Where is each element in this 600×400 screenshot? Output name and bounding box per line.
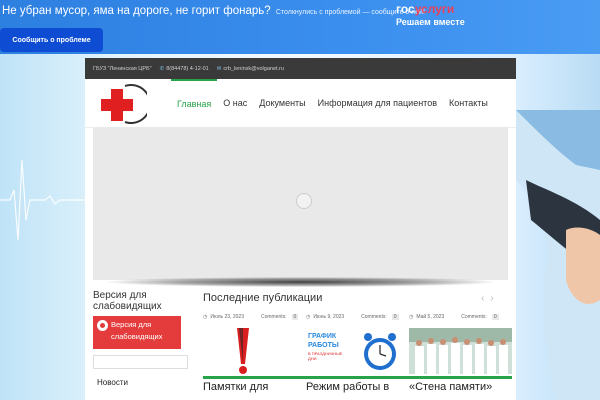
vision-version-button[interactable]: Версия для слабовидящих <box>93 316 181 349</box>
slider-shadow <box>107 277 495 287</box>
phone-number[interactable]: 8(84478) 4-12-01 <box>166 66 209 72</box>
post-card[interactable]: ◷ Июнь 9, 2023 Comments: 0 ГРАФИК РАБОТЫ… <box>306 314 409 393</box>
banner-headline: Не убран мусор, яма на дороге, не горит … <box>2 5 425 17</box>
post-date: Июль 23, 2023 <box>210 314 244 320</box>
sidebar: Версия для слабовидящих Версия для слабо… <box>93 290 188 390</box>
post-meta: ◷ Июль 23, 2023 Comments: 0 <box>203 314 306 320</box>
doctor-hand-decoration <box>516 110 600 400</box>
post-meta: ◷ Май 5, 2023 Comments: 0 <box>409 314 512 320</box>
clock-icon: ◷ <box>306 314 311 320</box>
org-name: ГБУЗ "Ленинская ЦРБ" <box>93 65 152 72</box>
email-address[interactable]: crb_leninsk@volganet.ru <box>223 66 284 72</box>
latest-posts: Последние публикации ‹› ◷ Июль 23, 2023 … <box>203 292 512 393</box>
post-date: Май 5, 2023 <box>416 314 445 320</box>
red-cross-logo[interactable] <box>97 83 147 125</box>
sidebar-link-news[interactable]: Новости <box>93 375 181 390</box>
post-card[interactable]: ◷ Июль 23, 2023 Comments: 0 Памятки для <box>203 314 306 393</box>
eye-icon <box>97 320 108 331</box>
post-title[interactable]: «Стена памяти» <box>409 381 492 393</box>
ecg-line-decoration <box>0 159 85 241</box>
chevron-right-icon[interactable]: › <box>490 293 499 304</box>
post-underline <box>306 376 409 379</box>
search-input[interactable] <box>93 355 188 369</box>
clock-icon: ◷ <box>409 314 414 320</box>
post-title[interactable]: Памятки для <box>203 381 268 393</box>
post-underline <box>203 376 306 379</box>
clock-icon: ◷ <box>203 314 208 320</box>
nav-item-about[interactable]: О нас <box>217 79 253 127</box>
site-header: Главная О нас Документы Информация для п… <box>85 79 516 128</box>
gosuslugi-banner[interactable]: Не убран мусор, яма на дороге, не горит … <box>0 0 600 54</box>
nav-item-patient-info[interactable]: Информация для пациентов <box>312 79 443 127</box>
gosuslugi-logo: госуслуги <box>396 2 455 16</box>
post-title[interactable]: Режим работы в <box>306 381 389 393</box>
schedule-thumbnail: ГРАФИК РАБОТЫ В ПРАЗДНИЧНЫЕ ДНИ <box>306 328 409 374</box>
report-problem-button[interactable]: Сообщить о проблеме <box>0 28 103 52</box>
comments-count: 0 <box>491 314 499 320</box>
comments-label: Comments: <box>361 314 387 320</box>
nav-item-documents[interactable]: Документы <box>253 79 311 127</box>
post-date: Июнь 9, 2023 <box>313 314 345 320</box>
vision-version-heading: Версия для слабовидящих <box>93 290 162 312</box>
post-thumbnail[interactable]: ГРАФИК РАБОТЫ В ПРАЗДНИЧНЫЕ ДНИ <box>306 328 409 374</box>
staff-group-photo <box>409 328 512 374</box>
exclamation-icon <box>203 328 306 374</box>
comments-label: Comments: <box>260 314 287 320</box>
post-underline <box>409 376 512 379</box>
thumb-line-4: ДНИ <box>308 356 317 361</box>
comments-label: Comments: <box>461 314 487 320</box>
post-thumbnail[interactable] <box>409 328 512 374</box>
thumb-line-1: ГРАФИК <box>308 333 337 340</box>
nav-item-home[interactable]: Главная <box>171 79 218 127</box>
comments-count: 0 <box>391 314 399 320</box>
contact-topbar: ГБУЗ "Ленинская ЦРБ" ✆ 8(84478) 4-12-01 … <box>85 58 516 79</box>
comments-count: 0 <box>291 314 299 320</box>
banner-tagline: Решаем вместе <box>396 17 465 27</box>
image-slider[interactable] <box>93 127 508 280</box>
post-card[interactable]: ◷ Май 5, 2023 Comments: 0 «Стена памяти» <box>409 314 512 393</box>
post-meta: ◷ Июнь 9, 2023 Comments: 0 <box>306 314 409 320</box>
carousel-arrows: ‹› <box>481 293 500 304</box>
vision-version-button-label: Версия для слабовидящих <box>111 320 163 341</box>
main-navigation: Главная О нас Документы Информация для п… <box>171 79 494 127</box>
chevron-left-icon[interactable]: ‹ <box>481 293 490 304</box>
email-icon: ✉ <box>216 65 222 72</box>
nav-item-contacts[interactable]: Контакты <box>443 79 494 127</box>
thumb-line-2: РАБОТЫ <box>308 342 339 349</box>
post-thumbnail[interactable] <box>203 328 306 374</box>
hospital-website: ГБУЗ "Ленинская ЦРБ" ✆ 8(84478) 4-12-01 … <box>85 58 516 400</box>
phone-icon: ✆ <box>159 65 165 72</box>
loading-spinner-icon <box>296 193 312 209</box>
latest-posts-heading: Последние публикации <box>203 292 323 304</box>
